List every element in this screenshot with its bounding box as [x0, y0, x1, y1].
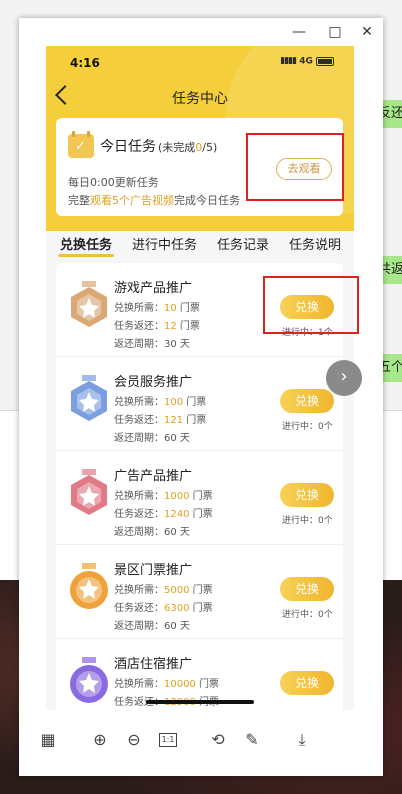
- item-period: 返还周期：30 天: [114, 339, 190, 350]
- item-period: 返还周期：60 天: [114, 621, 190, 632]
- tab-records[interactable]: 任务记录: [217, 234, 269, 253]
- today-task-title: 今日任务: [100, 139, 156, 155]
- medal-icon: [71, 281, 107, 327]
- exchange-button[interactable]: 兑换: [280, 671, 334, 695]
- item-progress: 进行中：0个: [282, 516, 333, 526]
- item-cost: 兑换所需：10000 门票: [114, 679, 219, 690]
- item-cost: 兑换所需：10 门票: [114, 303, 200, 314]
- list-item: 会员服务推广 兑换所需：100 门票 任务返还：121 门票 返还周期：60 天…: [56, 357, 343, 451]
- item-progress: 进行中：0个: [282, 422, 333, 432]
- maximize-button[interactable]: □: [323, 24, 347, 40]
- item-cost: 兑换所需：1000 门票: [114, 491, 213, 502]
- viewer-toolbar: ▦ ⊕ ⊖ 1:1 ⟲ ✎ ⤓: [19, 718, 383, 762]
- list-item: 景区门票推广 兑换所需：5000 门票 任务返还：6300 门票 返还周期：60…: [56, 545, 343, 639]
- medal-icon: [70, 657, 108, 703]
- minimize-button[interactable]: —: [287, 24, 311, 40]
- item-name: 景区门票推广: [114, 563, 193, 578]
- today-task-status: (未完成0/5): [158, 141, 218, 154]
- calendar-icon: [68, 131, 94, 158]
- annotation-box-exchange: [263, 276, 359, 334]
- medal-icon: [70, 563, 108, 609]
- next-image-button[interactable]: ›: [326, 360, 362, 396]
- tab-instructions[interactable]: 任务说明: [289, 234, 341, 253]
- annotation-box-watch: [246, 133, 344, 201]
- status-time: 4:16: [70, 56, 100, 70]
- item-cost: 兑换所需：5000 门票: [114, 585, 213, 596]
- home-indicator: [146, 700, 254, 704]
- page-title: 任务中心: [172, 91, 228, 107]
- battery-icon: [316, 56, 334, 66]
- zoom-in-icon[interactable]: ⊕: [89, 730, 111, 749]
- download-icon[interactable]: ⤓: [291, 730, 313, 750]
- active-tab-indicator: [58, 254, 114, 257]
- network-label: 4G: [299, 56, 313, 67]
- medal-icon: [71, 469, 107, 515]
- signal-icon: ▮▮▮▮: [280, 56, 297, 66]
- actual-size-icon[interactable]: 1:1: [159, 733, 177, 747]
- rotate-icon[interactable]: ⟲: [207, 730, 229, 749]
- status-indicators: ▮▮▮▮ 4G: [280, 56, 334, 67]
- item-progress: 进行中：0个: [282, 610, 333, 620]
- zoom-out-icon[interactable]: ⊖: [123, 730, 145, 749]
- tab-in-progress[interactable]: 进行中任务: [132, 234, 197, 253]
- grid-icon[interactable]: ▦: [37, 730, 59, 749]
- complete-info: 完整观看5个广告视频完成今日任务: [68, 194, 240, 207]
- exchange-button[interactable]: 兑换: [280, 577, 334, 601]
- item-name: 酒店住宿推广: [114, 657, 193, 672]
- edit-icon[interactable]: ✎: [241, 730, 263, 749]
- exchange-button[interactable]: 兑换: [280, 389, 334, 413]
- medal-icon: [71, 375, 107, 421]
- item-period: 返还周期：60 天: [114, 527, 190, 538]
- item-refund: 任务返还：6300 门票: [114, 603, 213, 614]
- item-name: 会员服务推广: [114, 375, 193, 390]
- item-name: 广告产品推广: [114, 469, 193, 484]
- item-refund: 任务返还：12 门票: [114, 321, 200, 332]
- exchange-button[interactable]: 兑换: [280, 483, 334, 507]
- item-name: 游戏产品推广: [114, 281, 193, 296]
- item-refund: 任务返还：121 门票: [114, 415, 207, 426]
- item-refund: 任务返还：1240 门票: [114, 509, 213, 520]
- item-period: 返还周期：60 天: [114, 433, 190, 444]
- list-item: 广告产品推广 兑换所需：1000 门票 任务返还：1240 门票 返还周期：60…: [56, 451, 343, 545]
- tab-exchange[interactable]: 兑换任务: [60, 234, 112, 253]
- refresh-info: 每日0:00更新任务: [68, 176, 159, 189]
- item-cost: 兑换所需：100 门票: [114, 397, 207, 408]
- close-button[interactable]: ✕: [355, 24, 379, 40]
